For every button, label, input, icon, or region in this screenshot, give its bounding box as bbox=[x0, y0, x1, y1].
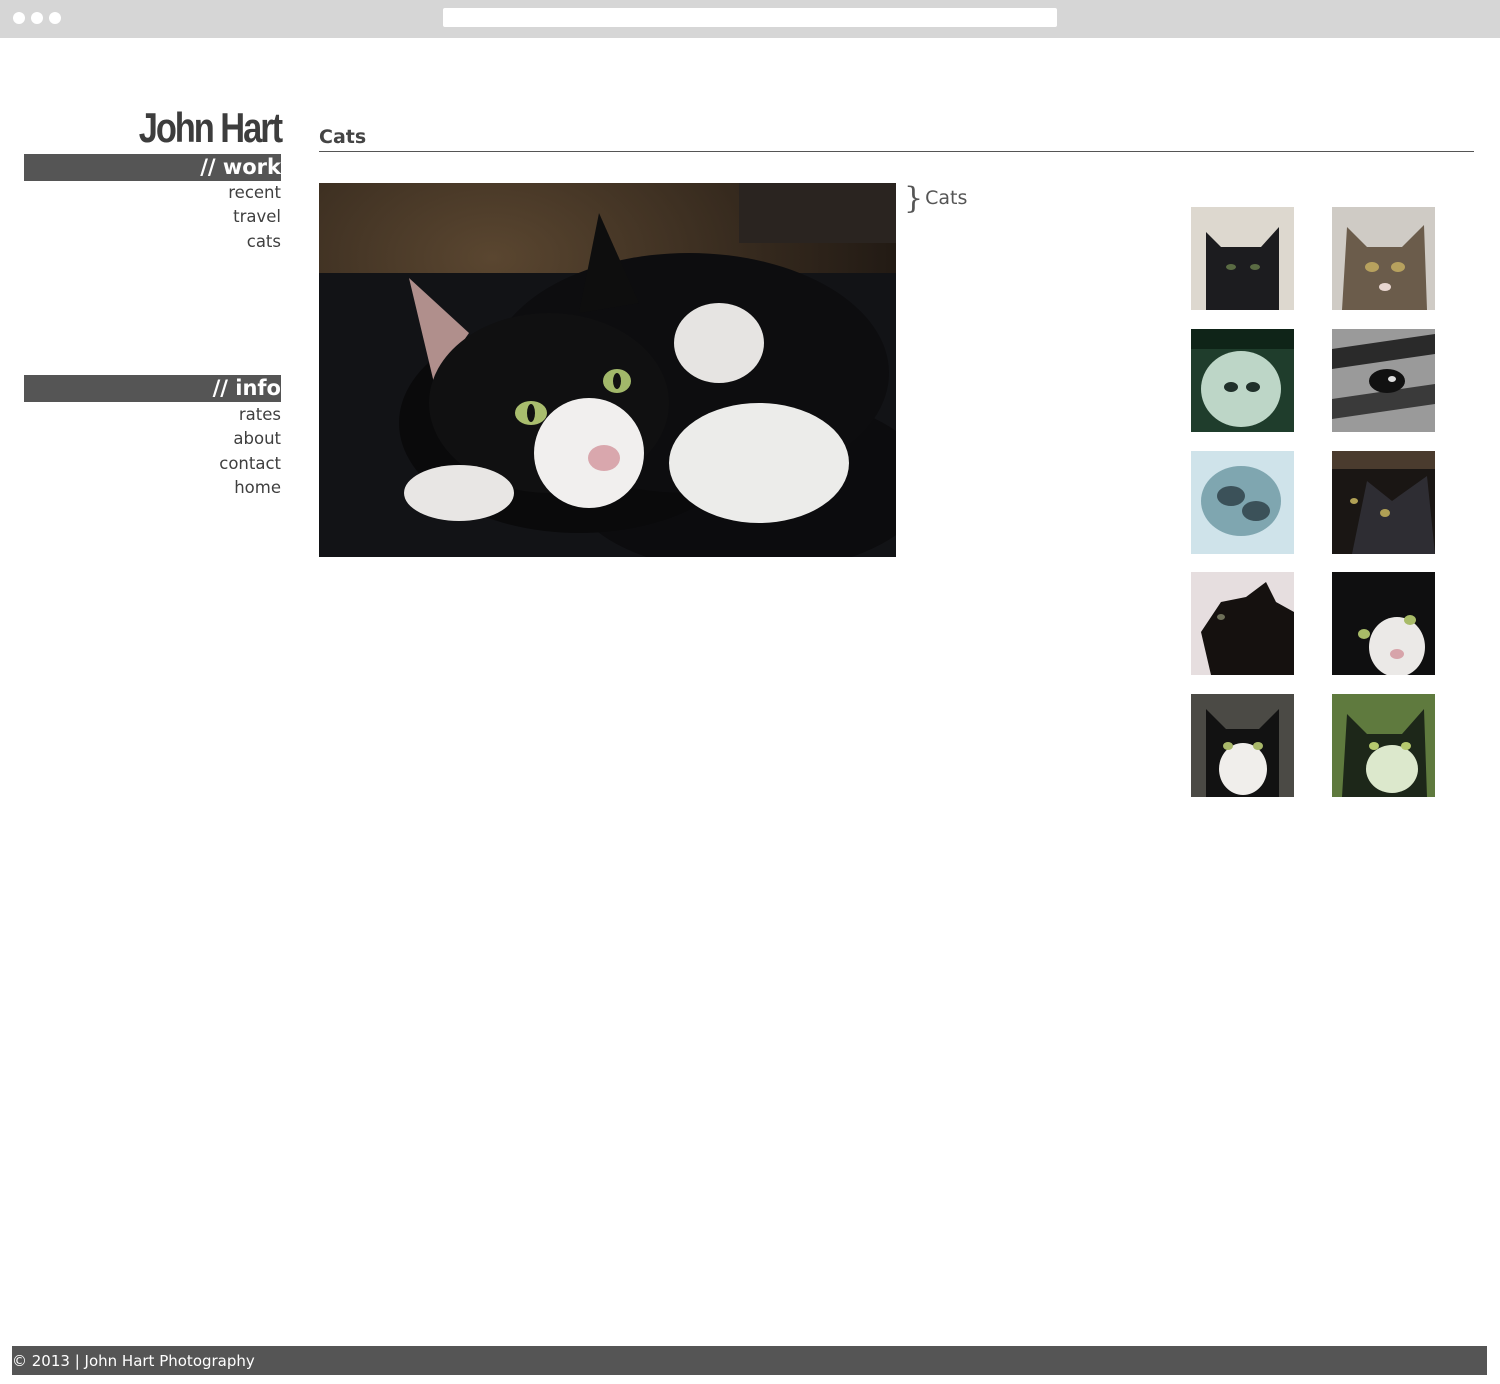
nav-heading-work: // work bbox=[24, 154, 281, 181]
gallery-title: Cats bbox=[319, 126, 367, 148]
site-logo[interactable]: John Hart bbox=[70, 104, 283, 152]
title-divider bbox=[319, 151, 1474, 152]
thumbnail-8[interactable] bbox=[1332, 572, 1435, 675]
browser-chrome bbox=[0, 0, 1500, 38]
info-nav-list: rates about contact home bbox=[24, 403, 281, 500]
thumbnail-9[interactable] bbox=[1191, 694, 1294, 797]
nav-item-contact[interactable]: contact bbox=[24, 452, 281, 476]
thumbnail-6[interactable] bbox=[1332, 451, 1435, 554]
thumbnail-1[interactable] bbox=[1191, 207, 1294, 310]
thumbnail-10[interactable] bbox=[1332, 694, 1435, 797]
nav-item-home[interactable]: home bbox=[24, 476, 281, 500]
caption-text: Cats bbox=[925, 187, 968, 209]
window-zoom-dot[interactable] bbox=[49, 12, 61, 24]
nav-item-cats[interactable]: cats bbox=[24, 230, 281, 254]
window-minimize-dot[interactable] bbox=[31, 12, 43, 24]
main-cat-photo[interactable] bbox=[319, 183, 896, 557]
nav-item-recent[interactable]: recent bbox=[24, 181, 281, 205]
thumbnail-4[interactable] bbox=[1332, 329, 1435, 432]
site-footer: © 2013 | John Hart Photography bbox=[12, 1346, 1487, 1375]
thumbnail-2[interactable] bbox=[1332, 207, 1435, 310]
thumbnail-7[interactable] bbox=[1191, 572, 1294, 675]
thumbnail-5[interactable] bbox=[1191, 451, 1294, 554]
thumbnail-3[interactable] bbox=[1191, 329, 1294, 432]
brace-icon: } bbox=[904, 181, 924, 216]
nav-heading-info: // info bbox=[24, 375, 281, 402]
work-nav-list: recent travel cats bbox=[24, 181, 281, 254]
nav-item-travel[interactable]: travel bbox=[24, 205, 281, 229]
photo-caption: } Cats bbox=[904, 184, 967, 214]
window-close-dot[interactable] bbox=[13, 12, 25, 24]
nav-item-rates[interactable]: rates bbox=[24, 403, 281, 427]
nav-item-about[interactable]: about bbox=[24, 427, 281, 451]
address-bar[interactable] bbox=[443, 8, 1057, 27]
